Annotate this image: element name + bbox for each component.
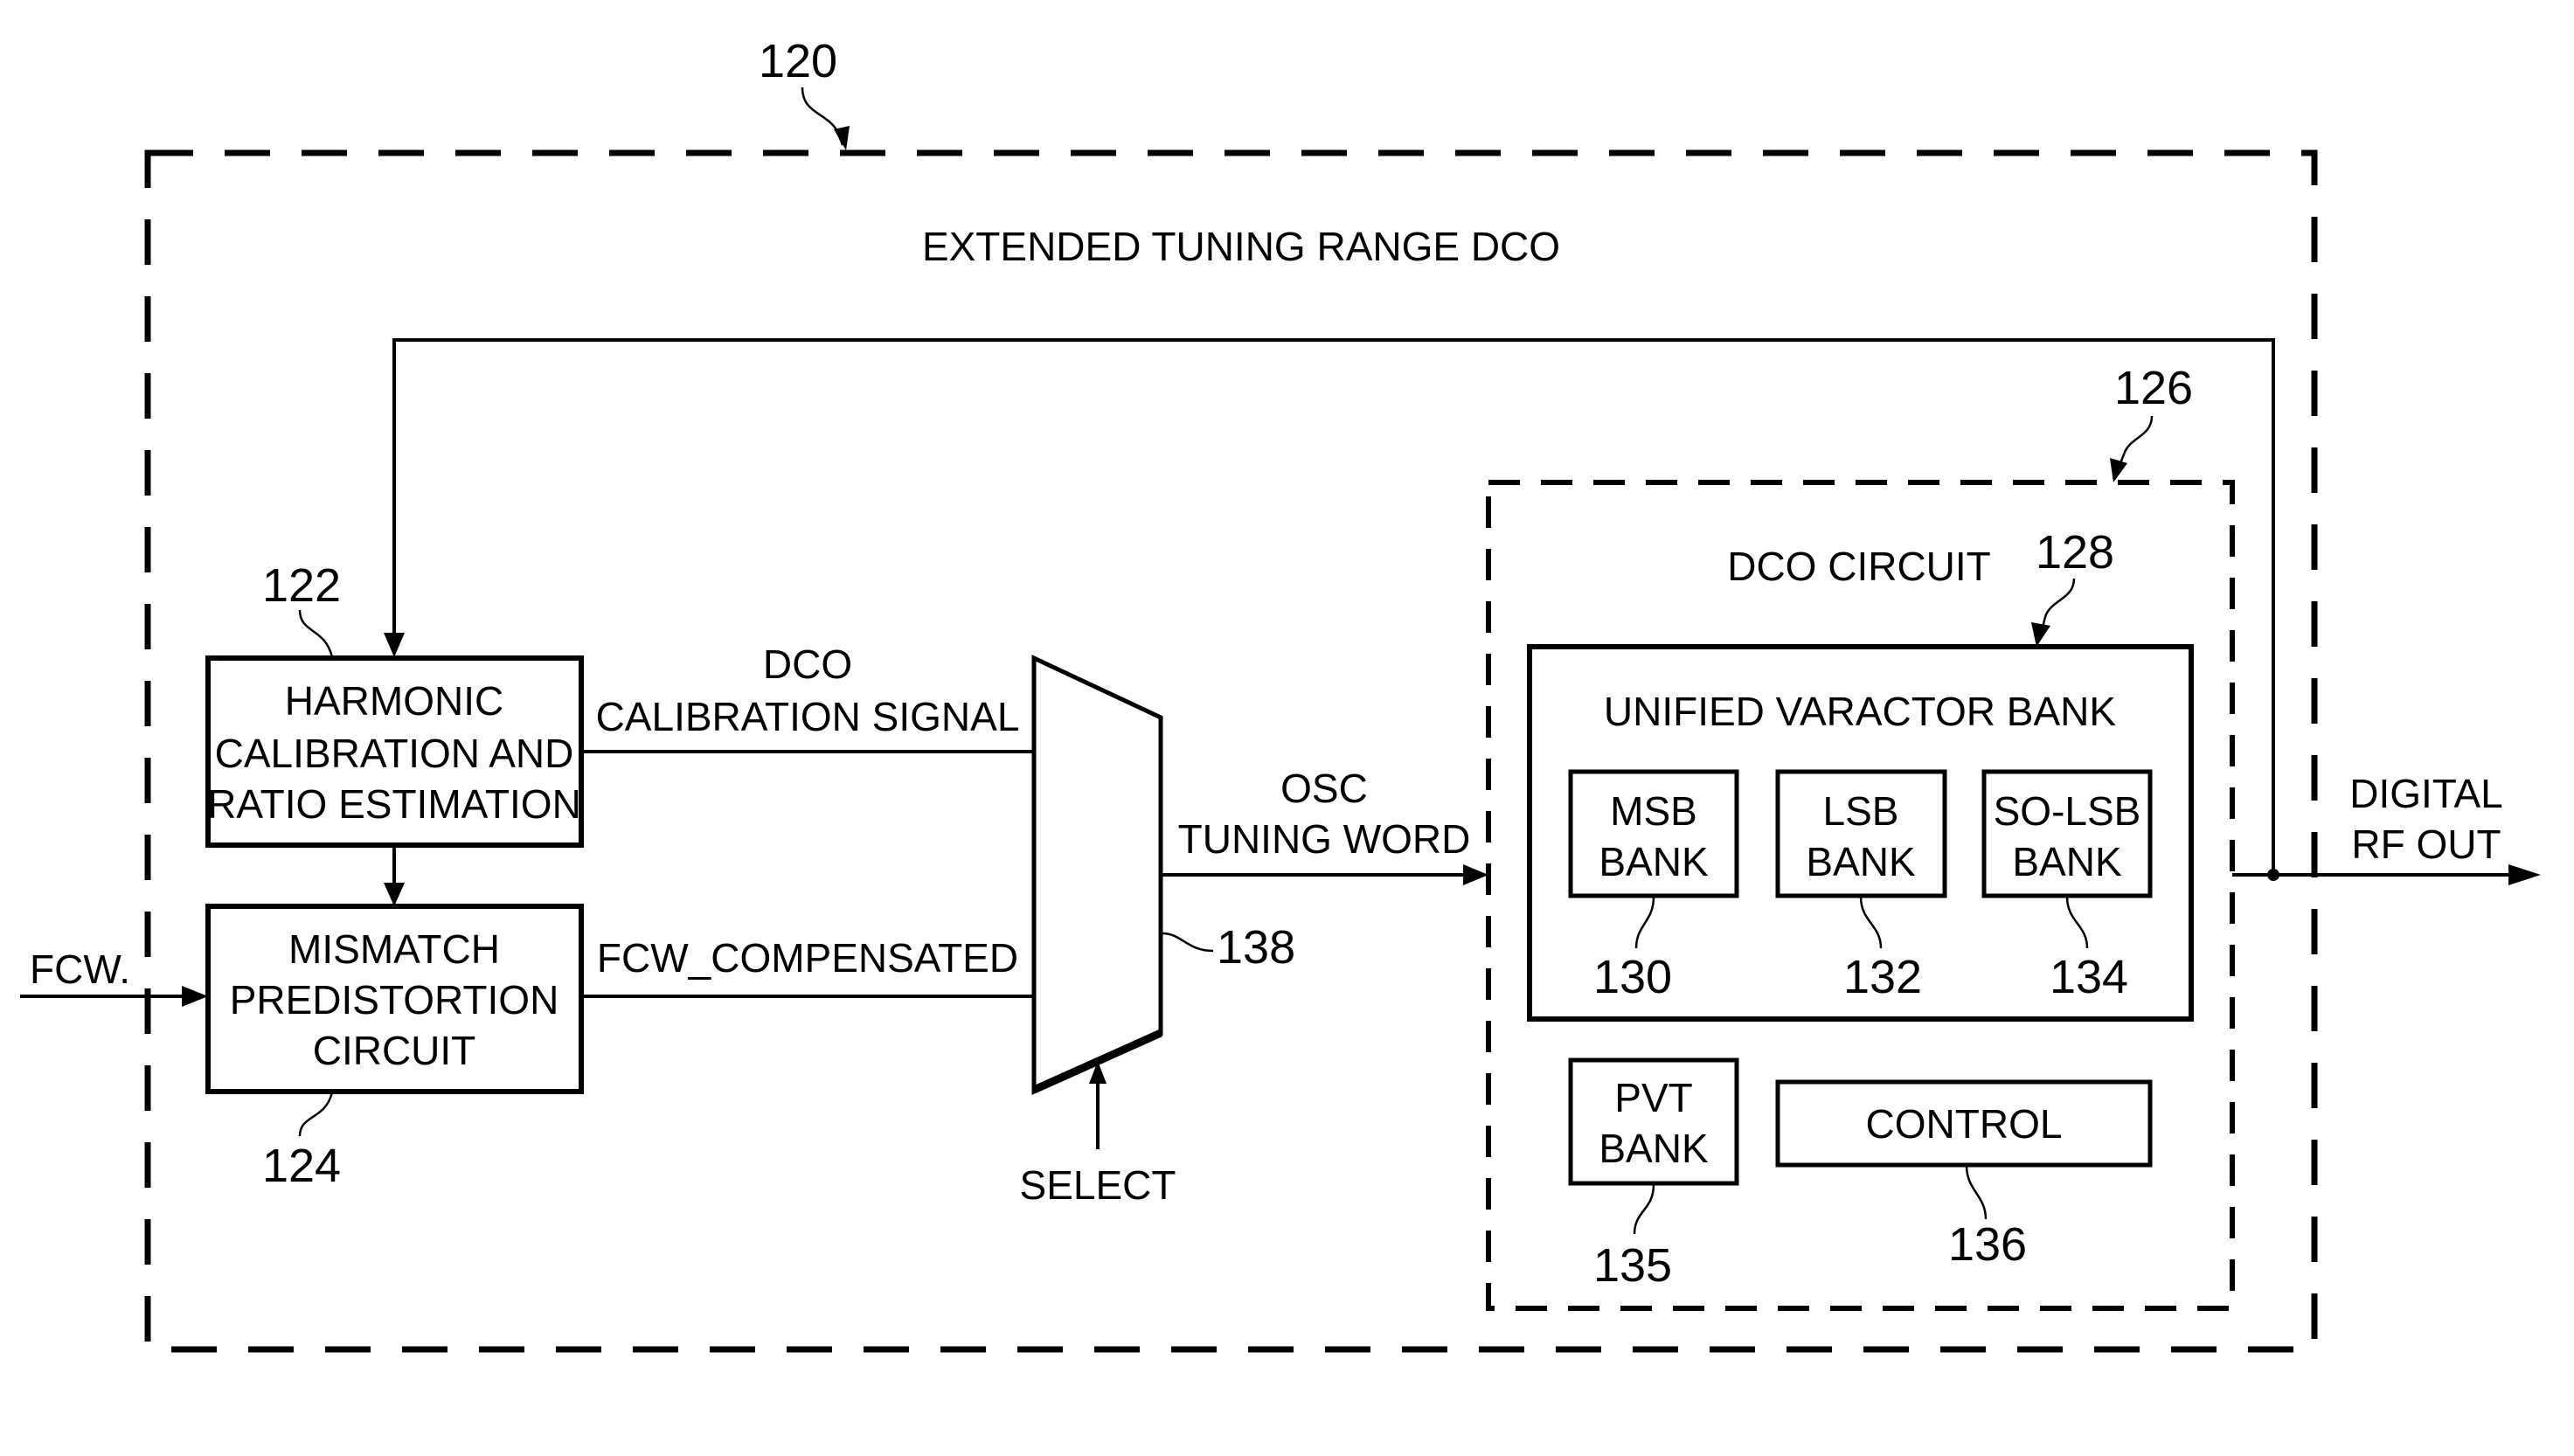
leader-128 [2040,578,2076,632]
mismatch-line-1: MISMATCH [288,926,500,972]
pvt-line-1: PVT [1614,1075,1692,1120]
dco-cal-label-2: CALIBRATION SIGNAL [596,694,1020,739]
ref-138: 138 [1217,921,1295,974]
output-arrowhead [2508,864,2541,885]
fcw-input-label: FCW. [30,946,130,992]
dco-block-diagram: 120 EXTENDED TUNING RANGE DCO HARMONIC C… [20,35,2541,1353]
lsb-line-2: BANK [1806,839,1916,884]
leader-126 [2117,415,2154,468]
osc-word-label-1: OSC [1280,766,1368,811]
multiplexer-138 [1031,655,1163,1095]
ref-130: 130 [1593,951,1672,1003]
fcw-input-arrowhead [182,986,208,1007]
leader-124 [298,1092,334,1137]
ref-135: 135 [1593,1239,1672,1292]
msb-line-1: MSB [1610,788,1697,834]
ref-122: 122 [262,559,341,612]
leader-138 [1162,932,1214,953]
leader-122 [298,609,334,658]
harmonic-to-mismatch-arrowhead [384,883,405,906]
lsb-line-1: LSB [1823,788,1899,834]
mismatch-line-2: PREDISTORTION [230,977,559,1023]
dco-circuit-label: DCO CIRCUIT [1727,544,1991,589]
fcw-comp-label: FCW_COMPENSATED [597,935,1018,981]
ref-120: 120 [759,35,837,87]
arrowhead-126 [2110,458,2127,482]
pvt-line-2: BANK [1599,1126,1709,1171]
output-label-1: DIGITAL [2349,771,2503,816]
output-junction-dot [2267,869,2279,881]
arrowhead-128 [2031,622,2050,647]
osc-word-arrowhead [1463,864,1488,885]
arrowhead-120 [834,126,850,150]
outer-title: EXTENDED TUNING RANGE DCO [922,224,1560,269]
leader-135 [1633,1183,1655,1235]
leader-136 [1965,1165,1988,1220]
ref-132: 132 [1843,951,1922,1003]
leader-120 [801,87,844,146]
feedback-arrowhead [384,633,405,657]
unified-bank-label: UNIFIED VARACTOR BANK [1604,689,2116,734]
ref-136: 136 [1948,1218,2027,1271]
so-lsb-line-2: BANK [2012,839,2122,884]
ref-134: 134 [2050,951,2128,1003]
ref-128: 128 [2036,526,2114,579]
ref-126: 126 [2114,362,2193,414]
msb-line-2: BANK [1599,839,1709,884]
so-lsb-line-1: SO-LSB [1994,788,2141,834]
output-label-2: RF OUT [2351,822,2501,867]
select-label: SELECT [1020,1162,1176,1208]
osc-word-label-2: TUNING WORD [1178,816,1471,862]
ref-124: 124 [262,1140,341,1192]
dco-cal-label-1: DCO [763,641,852,687]
harmonic-line-1: HARMONIC [285,678,503,724]
control-label: CONTROL [1866,1101,2063,1147]
harmonic-line-3: RATIO ESTIMATION [207,781,581,827]
mismatch-line-3: CIRCUIT [313,1028,476,1073]
harmonic-line-2: CALIBRATION AND [215,731,574,776]
